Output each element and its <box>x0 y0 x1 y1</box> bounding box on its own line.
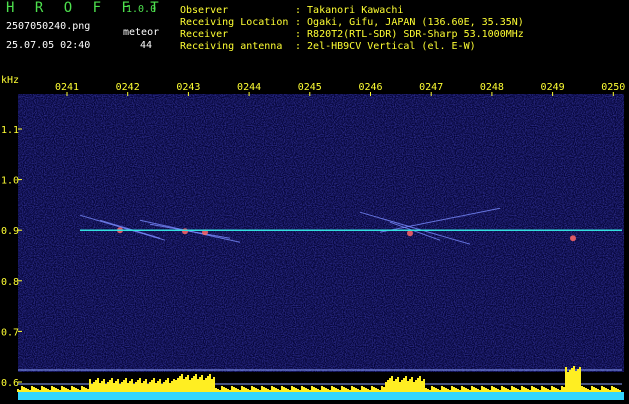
file-name: 2507050240.png <box>6 21 91 32</box>
meteor-label: meteor <box>123 27 160 38</box>
meteor-echo-head <box>407 230 413 237</box>
time-tick-label: 0241 <box>55 82 79 93</box>
time-tick-label: 0245 <box>298 82 322 93</box>
time-tick-label: 0247 <box>419 82 443 93</box>
time-tick-label: 0250 <box>601 82 625 93</box>
spectrogram-panel: kHz 0241 0242 0243 0244 0245 0246 0247 0248 0249 0… <box>0 72 629 400</box>
freq-tick-label: 0.8 <box>1 277 19 288</box>
header-panel: H R O F F T 1.0.0 2507050240.png meteor … <box>0 0 629 72</box>
freq-tick-label: 1.1 <box>1 125 19 136</box>
meteor-echo-head <box>182 228 188 235</box>
y-unit-label: kHz <box>1 75 19 86</box>
info-label-receiver: Receiver <box>180 29 229 40</box>
noise-texture <box>18 94 624 372</box>
info-label-location: Receiving Location <box>180 17 289 28</box>
info-label-antenna: Receiving antenna <box>180 41 283 52</box>
time-tick-label: 0249 <box>541 82 565 93</box>
freq-tick-label: 0.9 <box>1 226 19 237</box>
strip-baseline <box>18 392 624 400</box>
meteor-echo-head <box>570 235 576 242</box>
time-tick-label: 0246 <box>358 82 382 93</box>
freq-tick-label: 0.7 <box>1 327 19 338</box>
meteor-count: 44 <box>140 40 153 51</box>
app-version: 1.0.0 <box>126 4 157 15</box>
freq-tick-label: 1.0 <box>1 176 19 187</box>
spectrogram-canvas: kHz 0241 0242 0243 0244 0245 0246 0247 0248 0249 0… <box>0 72 629 400</box>
info-value-receiver: : R820T2(RTL-SDR) SDR-Sharp 53.1000MHz <box>295 29 524 40</box>
time-tick-label: 0244 <box>237 82 261 93</box>
time-tick-label: 0242 <box>116 82 140 93</box>
info-value-antenna: : 2el-HB9CV Vertical (el. E-W) <box>295 41 476 52</box>
time-tick-label: 0248 <box>480 82 504 93</box>
date-time: 25.07.05 02:40 <box>6 40 91 51</box>
info-value-location: : Ogaki, Gifu, JAPAN (136.60E, 35.35N) <box>295 17 524 28</box>
freq-tick-label: 0.6 <box>1 378 19 389</box>
info-label-observer: Observer <box>180 5 229 16</box>
time-tick-label: 0243 <box>176 82 200 93</box>
info-value-observer: : Takanori Kawachi <box>295 5 404 16</box>
